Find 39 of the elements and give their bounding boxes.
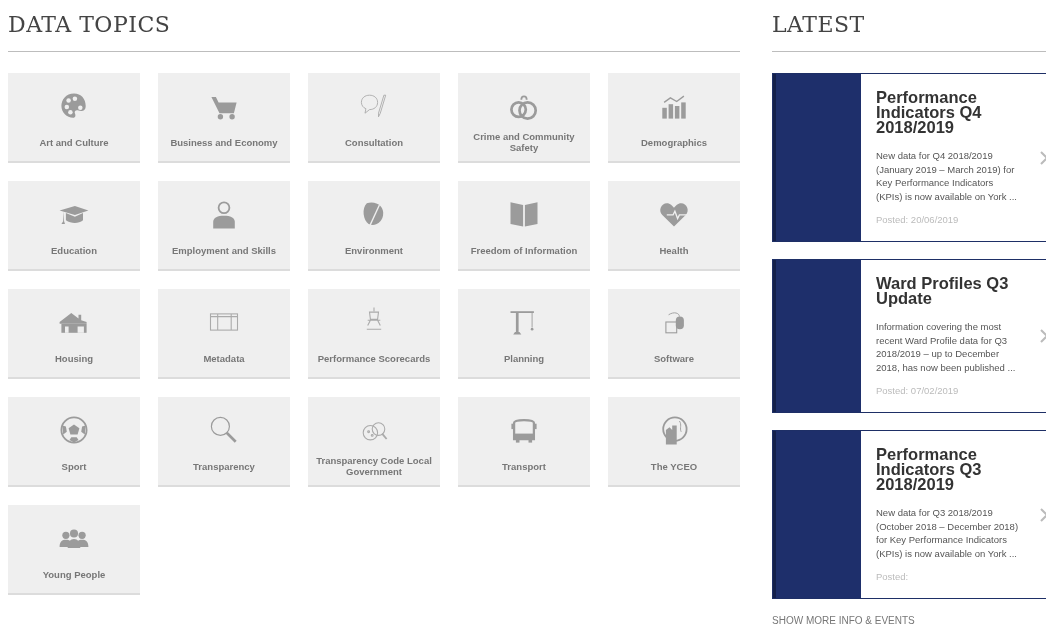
news-summary: New data for Q4 2018/2019 (January 2019 – March 2019) for Key Performance Indicators (KPIs) is now available on York ... — [876, 149, 1018, 203]
news-card[interactable]: Performance Indicators Q3 2018/2019 New data for Q3 2018/2019 (October 2018 – December 2018) for Key Performance Indicators (KPIs) is now available on York ... Posted: — [772, 430, 1046, 599]
topic-tile[interactable]: Housing — [8, 289, 140, 377]
topic-tile[interactable]: Health — [608, 181, 740, 269]
topic-tile[interactable]: Young People — [8, 505, 140, 593]
topic-tile[interactable]: Crime and Community Safety — [458, 73, 590, 161]
topic-tile[interactable]: Sport — [8, 397, 140, 485]
news-title: Performance Indicators Q3 2018/2019 — [876, 447, 983, 492]
topic-tile[interactable]: The YCEO — [608, 397, 740, 485]
posted-date: Posted: 07/02/2019 — [876, 385, 960, 396]
topic-tile[interactable]: Transparency — [158, 397, 290, 485]
topic-tile[interactable]: Environment — [308, 181, 440, 269]
topic-tile[interactable]: Art and Culture — [8, 73, 140, 161]
posted-date: Posted: 20/06/2019 — [876, 214, 960, 225]
posted-date: Posted: — [876, 571, 910, 582]
chevron-icon — [1040, 507, 1046, 522]
topic-tile[interactable]: Demographics — [608, 73, 740, 161]
topic-tile[interactable]: Software — [608, 289, 740, 377]
topic-tile[interactable]: Transport — [458, 397, 590, 485]
news-summary: New data for Q3 2018/2019 (October 2018 – December 2018) for Key Performance Indicators (KPIs) is now available on York ... — [876, 506, 1020, 560]
news-title: Ward Profiles Q3 Update — [876, 276, 1010, 306]
news-summary: Information covering the most recent Ward Profile data for Q3 2018/2019 – up to December 2018, has now been published ... — [876, 320, 1017, 374]
chevron-icon — [1040, 329, 1046, 343]
topic-tile[interactable]: Metadata — [158, 289, 290, 377]
show-more-link[interactable]: SHOW MORE INFO & EVENTS — [772, 615, 1046, 626]
topic-tile[interactable]: Consultation — [308, 73, 440, 161]
topic-tile[interactable]: Education — [8, 181, 140, 269]
news-card[interactable]: Performance Indicators Q4 2018/2019 New data for Q4 2018/2019 (January 2019 – March 2019) for Key Performance Indicators (KPIs) is now available on York ... Posted: 20/06/2019 — [772, 73, 1046, 242]
section-heading: LATEST — [772, 0, 1046, 52]
topic-tile[interactable]: Employment and Skills — [158, 181, 290, 269]
topic-tile[interactable]: Planning — [458, 289, 590, 377]
chevron-icon — [1040, 150, 1046, 165]
topic-tile[interactable]: Business and Economy — [158, 73, 290, 161]
topic-tile[interactable]: Performance Scorecards — [308, 289, 440, 377]
news-title: Performance Indicators Q4 2018/2019 — [876, 90, 983, 135]
section-heading: DATA TOPICS — [8, 0, 740, 52]
topic-tile[interactable]: Transparency Code Local Government — [308, 397, 440, 485]
news-card[interactable]: Ward Profiles Q3 Update Information covering the most recent Ward Profile data for Q3 2018/2019 – up to December 2018, has now been published ... Posted: 07/02/2019 — [772, 259, 1046, 413]
topic-tile[interactable]: Freedom of Information — [458, 181, 590, 269]
